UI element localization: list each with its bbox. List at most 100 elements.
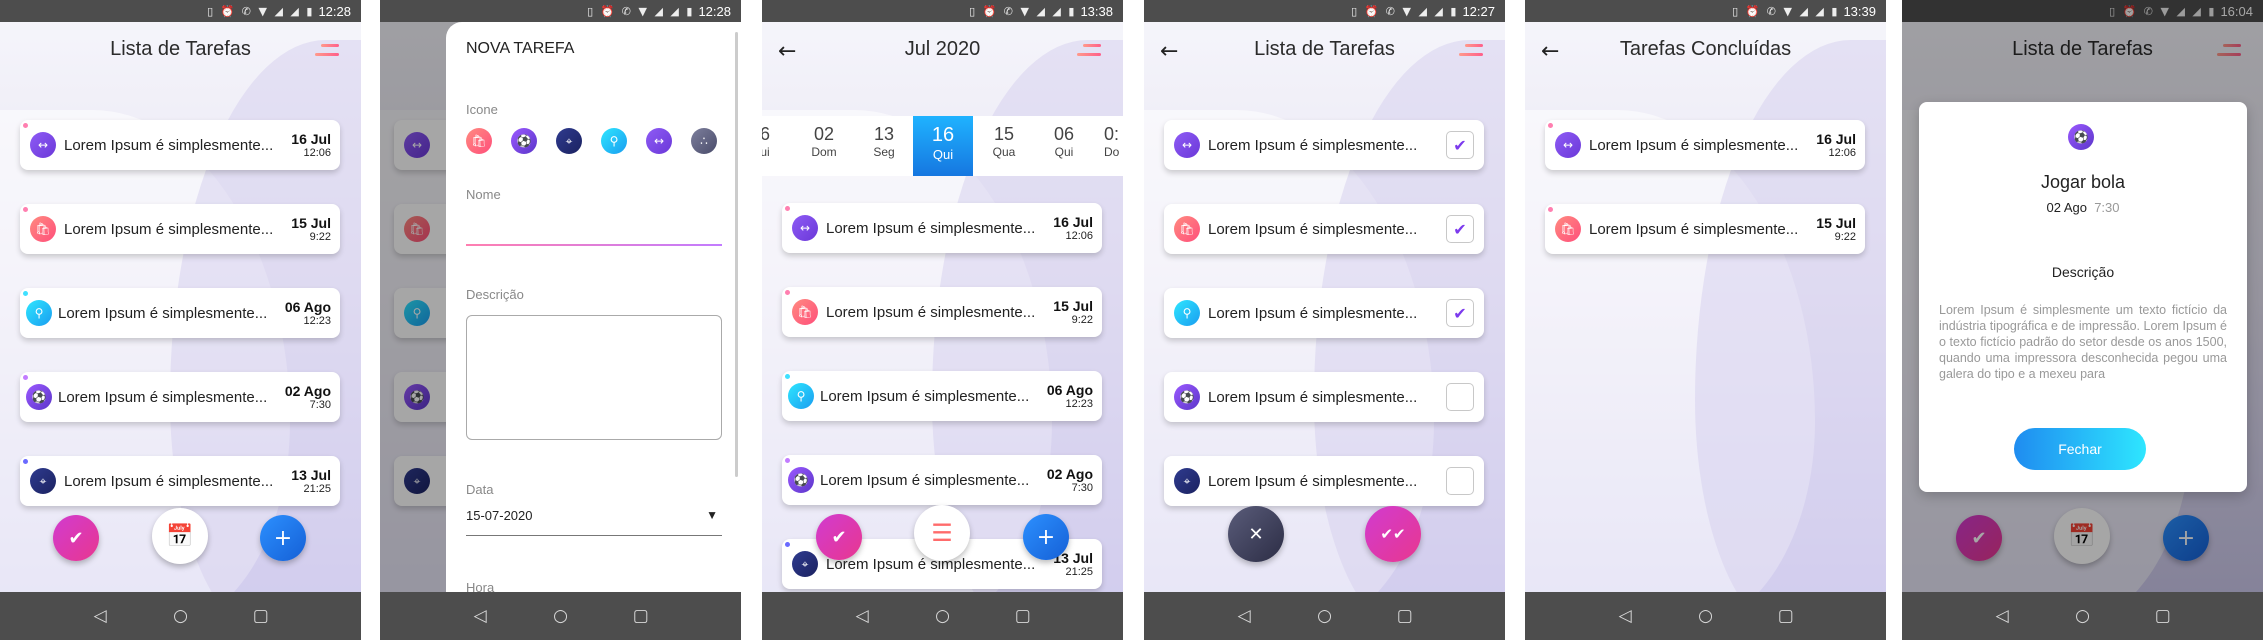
screen-new-task: ↔ 🛍 ⚲ ⚽ ⌖ ▯ ⏰ ✆ ▼ ◢ ◢ ▮ 12:28 NOVA TAREFA…: [380, 0, 741, 640]
calendar-icon[interactable]: 📅: [152, 508, 208, 564]
day-item[interactable]: 15 Qua: [984, 124, 1024, 159]
task-text: Lorem Ipsum é simplesmente...: [58, 304, 268, 322]
task-card[interactable]: 🛍 Lorem Ipsum é simplesmente... 15 Jul 9:22: [782, 287, 1102, 337]
nav-home-icon[interactable]: ○: [1309, 606, 1339, 626]
nav-recent-icon[interactable]: ▢: [1390, 606, 1420, 626]
nav-back-icon[interactable]: ◁: [465, 606, 495, 626]
page-title: Lista de Tarefas: [1254, 38, 1395, 60]
day-item[interactable]: 02 Dom: [804, 124, 844, 159]
task-checkbox-checked[interactable]: ✔: [1446, 299, 1474, 327]
task-time: 12:23: [1065, 398, 1093, 410]
task-card[interactable]: ⚽ Lorem Ipsum é simplesmente... 02 Ago 7:30: [782, 455, 1102, 505]
nav-recent-icon[interactable]: ▢: [1771, 606, 1801, 626]
add-task-button[interactable]: +: [260, 515, 306, 561]
task-text: Lorem Ipsum é simplesmente...: [1208, 136, 1418, 154]
status-bar: ▯ ⏰ ✆ ▼ ◢ ◢ ▮ 12:28: [380, 0, 741, 22]
task-time: 9:22: [1834, 231, 1856, 243]
basket-icon: 🛍: [30, 216, 56, 242]
task-card[interactable]: ⚽ Lorem Ipsum é simplesmente...: [1164, 372, 1484, 422]
nav-recent-icon[interactable]: ▢: [626, 606, 656, 626]
task-card[interactable]: ⌖ Lorem Ipsum é simplesmente...: [1164, 456, 1484, 506]
task-date: 15 Jul: [1053, 298, 1093, 314]
nav-back-icon[interactable]: ◁: [1987, 606, 2017, 626]
task-card[interactable]: ⚲ Lorem Ipsum é simplesmente... ✔: [1164, 288, 1484, 338]
task-checkbox[interactable]: [1446, 467, 1474, 495]
menu-icon[interactable]: [1077, 44, 1101, 58]
arrows-icon[interactable]: ↔: [646, 128, 672, 154]
task-date: 06 Ago: [284, 299, 331, 315]
day-item[interactable]: 6 ui: [762, 124, 776, 159]
task-text: Lorem Ipsum é simplesmente...: [1208, 304, 1418, 322]
nav-recent-icon[interactable]: ▢: [246, 606, 276, 626]
nav-recent-icon[interactable]: ▢: [1008, 606, 1038, 626]
nav-home-icon[interactable]: ○: [545, 606, 575, 626]
screen-completed-tasks: ▯ ⏰ ✆ ▼ ◢ ◢ ▮ 13:39 ← Tarefas Concluídas …: [1525, 0, 1886, 640]
task-card[interactable]: 🛍 Lorem Ipsum é simplesmente... ✔: [1164, 204, 1484, 254]
nav-home-icon[interactable]: ○: [165, 606, 195, 626]
task-checkbox-checked[interactable]: ✔: [1446, 215, 1474, 243]
nav-home-icon[interactable]: ○: [2067, 606, 2097, 626]
dialog-title: Jogar bola: [2040, 172, 2126, 192]
cancel-button[interactable]: ✕: [1228, 506, 1284, 562]
screen-calendar: ▯ ⏰ ✆ ▼ ◢ ◢ ▮ 13:38 ← Jul 2020 6 ui 02 Dom …: [762, 0, 1123, 640]
task-time: 7:30: [1071, 482, 1093, 494]
task-card[interactable]: ↔ Lorem Ipsum é simplesmente... 16 Jul 12:0…: [782, 203, 1102, 253]
scrollbar[interactable]: [735, 32, 738, 477]
task-checkbox-checked[interactable]: ✔: [1446, 131, 1474, 159]
nav-back-icon[interactable]: ◁: [847, 606, 877, 626]
task-card[interactable]: ⚲ Lorem Ipsum é simplesmente... 06 Ago 12:2…: [782, 371, 1102, 421]
menu-icon[interactable]: [1459, 44, 1483, 58]
day-item-selected[interactable]: 16 Qui: [913, 116, 973, 176]
icon-picker: 🛍 ⚽ ⌖ ⚲ ↔ ∴: [466, 128, 717, 154]
completed-button[interactable]: ✔: [816, 514, 862, 560]
task-card[interactable]: ↔ Lorem Ipsum é simplesmente... 16 Jul 12:0…: [1545, 120, 1865, 170]
task-time: 12:06: [1828, 147, 1856, 159]
task-time: 9:22: [1071, 314, 1093, 326]
screen-select-tasks: ▯ ⏰ ✆ ▼ ◢ ◢ ▮ 12:27 ← Lista de Tarefas ↔ L…: [1144, 0, 1505, 640]
icon-label: Icone: [466, 102, 498, 117]
task-detail-dialog: ⚽ Jogar bola 02 Ago 7:30 Descrição Lorem…: [1919, 102, 2247, 492]
menu-icon[interactable]: [315, 44, 339, 58]
task-date: 15 Jul: [291, 215, 331, 231]
task-card[interactable]: 🛍 Lorem Ipsum é simplesmente... 15 Jul 9:22: [20, 204, 340, 254]
close-button[interactable]: Fechar: [2014, 428, 2146, 470]
arrows-icon: ↔: [1174, 132, 1200, 158]
nav-home-icon[interactable]: ○: [1690, 606, 1720, 626]
nav-back-icon[interactable]: ◁: [1229, 606, 1259, 626]
day-item[interactable]: 0: Do: [1104, 124, 1123, 159]
task-card[interactable]: ⚽ Lorem Ipsum é simplesmente... 02 Ago 7:30: [20, 372, 340, 422]
description-label: Descrição: [2051, 264, 2115, 280]
add-task-button[interactable]: +: [1023, 514, 1069, 560]
task-card[interactable]: ⚲ Lorem Ipsum é simplesmente... 06 Ago 12:2…: [20, 288, 340, 338]
completed-button[interactable]: ✔: [53, 515, 99, 561]
ball-icon[interactable]: ⚽: [511, 128, 537, 154]
nav-back-icon[interactable]: ◁: [1610, 606, 1640, 626]
location-icon[interactable]: ⌖: [556, 128, 582, 154]
basket-icon[interactable]: 🛍: [466, 128, 492, 154]
list-icon[interactable]: ☰: [914, 505, 970, 561]
dots-icon[interactable]: ∴: [691, 128, 717, 154]
task-time: 12:06: [303, 147, 331, 159]
task-card[interactable]: ⌖ Lorem Ipsum é simplesmente... 13 Jul 21:2…: [20, 456, 340, 506]
basket-icon: 🛍: [792, 299, 818, 325]
task-checkbox[interactable]: [1446, 383, 1474, 411]
confirm-complete-button[interactable]: ✔✔: [1365, 506, 1421, 562]
task-card[interactable]: ↔ Lorem Ipsum é simplesmente... ✔: [1164, 120, 1484, 170]
task-date: 16 Jul: [1053, 214, 1093, 230]
day-item[interactable]: 13 Seg: [864, 124, 904, 159]
nav-home-icon[interactable]: ○: [927, 606, 957, 626]
nav-recent-icon[interactable]: ▢: [2148, 606, 2178, 626]
status-bar: ▯ ⏰ ✆ ▼ ◢ ◢ ▮ 12:27: [1144, 0, 1505, 22]
date-select[interactable]: 15-07-2020 ▼: [466, 508, 722, 536]
search-icon[interactable]: ⚲: [601, 128, 627, 154]
nav-back-icon[interactable]: ◁: [85, 606, 115, 626]
task-card[interactable]: 🛍 Lorem Ipsum é simplesmente... 15 Jul 9:22: [1545, 204, 1865, 254]
task-text: Lorem Ipsum é simplesmente...: [826, 303, 1036, 321]
description-input[interactable]: [466, 315, 722, 440]
task-date: 15 Jul: [1816, 215, 1856, 231]
day-item[interactable]: 06 Qui: [1044, 124, 1084, 159]
name-input[interactable]: [466, 244, 722, 246]
task-text: Lorem Ipsum é simplesmente...: [1208, 472, 1418, 490]
task-card[interactable]: ↔ Lorem Ipsum é simplesmente... 16 Jul 12:0…: [20, 120, 340, 170]
location-icon: ⌖: [1174, 468, 1200, 494]
